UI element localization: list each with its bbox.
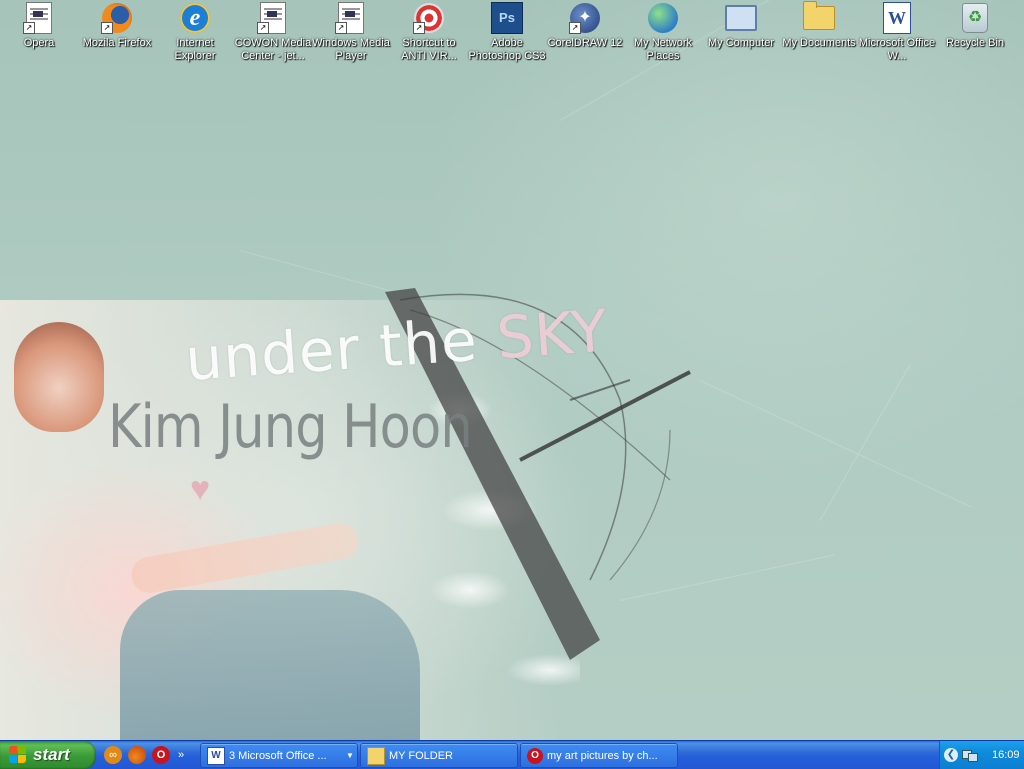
shortcut-arrow-icon: ↗ bbox=[569, 22, 581, 34]
opera-icon: O bbox=[527, 747, 543, 764]
heart-icon: ♥ bbox=[190, 470, 211, 508]
desktop-icon-photoshop[interactable]: Ps Adobe Photoshop CS3 bbox=[468, 2, 546, 63]
desktop-icon-cowon[interactable]: ↗ COWON Media Center - jet... bbox=[234, 2, 312, 63]
desktop-icon-area: ↗ Opera ↗ Mozila Firefox e Internet Expl… bbox=[0, 0, 1024, 70]
shortcut-arrow-icon: ↗ bbox=[413, 22, 425, 34]
shortcut-arrow-icon: ↗ bbox=[23, 22, 35, 34]
recycle-bin-icon: ♻ bbox=[962, 3, 988, 33]
task-button-office[interactable]: W 3 Microsoft Office ... ▼ bbox=[200, 743, 358, 768]
desktop-icon-label: Recycle Bin bbox=[945, 37, 1005, 49]
network-places-icon bbox=[648, 3, 678, 33]
start-label: start bbox=[33, 745, 70, 764]
desktop-icon-media-player[interactable]: ↗ Windows Media Player bbox=[312, 2, 390, 63]
opera-icon[interactable]: O bbox=[152, 746, 170, 764]
task-label: my art pictures by ch... bbox=[547, 749, 658, 762]
windows-logo-icon bbox=[9, 746, 27, 764]
desktop-icon-label: My Computer bbox=[707, 37, 775, 49]
desktop-icon-internet-explorer[interactable]: e Internet Explorer bbox=[156, 2, 234, 63]
desktop-icon-network-places[interactable]: My Network Places bbox=[624, 2, 702, 63]
shortcut-arrow-icon: ↗ bbox=[257, 22, 269, 34]
desktop-icon-label: Opera bbox=[23, 37, 55, 49]
desktop-icon-label: Adobe Photoshop CS3 bbox=[468, 37, 546, 62]
quick-launch-more[interactable]: » bbox=[178, 749, 184, 761]
desktop-icon-label: Microsoft Office W... bbox=[858, 37, 936, 62]
desktop-icon-my-computer[interactable]: My Computer bbox=[702, 2, 780, 50]
shortcut-arrow-icon: ↗ bbox=[101, 22, 113, 34]
word-icon: W bbox=[883, 2, 911, 34]
desktop-icon-label: My Documents bbox=[782, 37, 856, 49]
desktop-icon-label: Windows Media Player bbox=[312, 37, 390, 62]
quick-launch-bar: ∞ O » bbox=[104, 745, 184, 765]
system-tray: ❮ 16:09 bbox=[939, 741, 1024, 769]
desktop-wallpaper[interactable]: under the SKY Kim Jung Hoon ♥ bbox=[0, 0, 1024, 740]
internet-explorer-icon: e bbox=[180, 3, 210, 33]
desktop-icon-label: COWON Media Center - jet... bbox=[234, 37, 312, 62]
firefox-icon[interactable] bbox=[128, 746, 146, 764]
photoshop-icon: Ps bbox=[491, 2, 523, 34]
start-button[interactable]: start bbox=[0, 741, 96, 769]
desktop-icon-label: My Network Places bbox=[633, 37, 693, 62]
tray-clock[interactable]: 16:09 bbox=[992, 749, 1020, 761]
computer-icon bbox=[725, 5, 757, 31]
desktop-icon-label: Internet Explorer bbox=[174, 37, 216, 62]
word-icon: W bbox=[207, 746, 225, 765]
task-label: 3 Microsoft Office ... bbox=[229, 749, 327, 762]
desktop-icon-recycle-bin[interactable]: ♻ Recycle Bin bbox=[936, 2, 1014, 50]
network-status-icon[interactable] bbox=[962, 748, 978, 762]
desktop-icon-label: Shortcut to ANTI VIR... bbox=[401, 37, 457, 62]
desktop-icon-label: Mozila Firefox bbox=[82, 37, 152, 49]
tray-expand-chevron-icon[interactable]: ❮ bbox=[944, 748, 958, 762]
desktop-icon-label: CorelDRAW 12 bbox=[547, 37, 623, 49]
wallpaper-tagline-sky: SKY bbox=[494, 296, 611, 373]
desktop-icon-firefox[interactable]: ↗ Mozila Firefox bbox=[78, 2, 156, 50]
desktop-icon-antivir[interactable]: ↗ Shortcut to ANTI VIR... bbox=[390, 2, 468, 63]
shortcut-arrow-icon: ↗ bbox=[335, 22, 347, 34]
desktop-icon-opera[interactable]: ↗ Opera bbox=[0, 2, 78, 50]
wallpaper-name-title: Kim Jung Hoon bbox=[108, 392, 473, 462]
quicklaunch-app-icon[interactable]: ∞ bbox=[104, 746, 122, 764]
folder-icon bbox=[367, 746, 385, 765]
taskbar: start ∞ O » W 3 Microsoft Office ... ▼ M… bbox=[0, 740, 1024, 769]
desktop-icon-coreldraw[interactable]: ✦ ↗ CorelDRAW 12 bbox=[546, 2, 624, 50]
task-label: MY FOLDER bbox=[389, 749, 453, 762]
desktop-icon-word[interactable]: W Microsoft Office W... bbox=[858, 2, 936, 63]
chevron-down-icon: ▼ bbox=[346, 751, 354, 760]
task-button-my-folder[interactable]: MY FOLDER bbox=[360, 743, 518, 768]
task-button-art-pictures[interactable]: O my art pictures by ch... bbox=[520, 743, 678, 768]
documents-folder-icon bbox=[803, 1, 835, 30]
desktop-icon-my-documents[interactable]: My Documents bbox=[780, 1, 858, 50]
wallpaper-figure-head bbox=[14, 322, 104, 432]
